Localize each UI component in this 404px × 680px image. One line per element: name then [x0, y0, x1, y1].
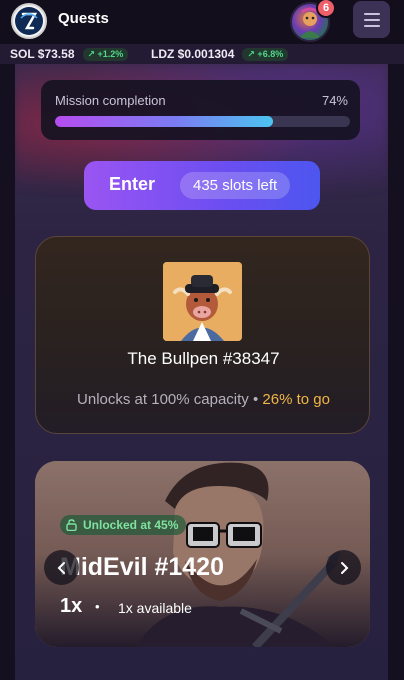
reward-quantity: 1x	[60, 595, 83, 617]
price-ticker: SOL $73.58 ↗ +1.2% LDZ $0.001304 ↗ +6.8%	[0, 44, 404, 64]
mission-progress-card: Mission completion 74%	[41, 80, 360, 140]
chevron-right-icon	[340, 561, 348, 574]
unlock-requirement: Unlocks at 100% capacity • 26% to go	[36, 391, 371, 408]
quest-content[interactable]: Mission completion 74% Enter 435 slots l…	[15, 64, 388, 680]
unlock-icon	[66, 519, 77, 531]
slots-left-pill: 435 slots left	[180, 172, 291, 199]
enter-button[interactable]: Enter 435 slots left	[84, 161, 320, 210]
hamburger-icon	[363, 12, 380, 15]
ticker-change: ↗ +6.8%	[242, 47, 289, 61]
unlocked-text: Unlocked at 45%	[83, 518, 179, 532]
ticker-label: LDZ $0.001304	[151, 47, 235, 61]
reward-availability: 1x available	[118, 600, 192, 616]
ticker-label: SOL $73.58	[10, 47, 75, 61]
bull-nft-image	[163, 262, 242, 341]
notification-badge: 6	[316, 0, 336, 18]
reward-title: MidEvil #1420	[60, 553, 224, 581]
mission-progress-bar	[55, 116, 350, 127]
logo-mark-icon	[15, 7, 43, 35]
reward-title: The Bullpen #38347	[127, 349, 280, 368]
page-title: Quests	[58, 10, 109, 27]
mission-label: Mission completion	[55, 93, 166, 108]
app-logo[interactable]	[11, 3, 47, 39]
top-header: Quests 6	[0, 0, 404, 44]
unlocked-status-badge: Unlocked at 45%	[60, 515, 187, 535]
reward-card-bullpen[interactable]: The Bullpen #38347 Unlocks at 100% capac…	[35, 236, 370, 434]
remaining-percent: 26% to go	[262, 391, 330, 408]
unlock-text: Unlocks at 100% capacity	[77, 391, 249, 408]
hamburger-menu-button[interactable]	[353, 1, 390, 38]
chevron-left-icon	[57, 561, 65, 574]
reward-card-midevil[interactable]: Unlocked at 45% MidEvil #1420 1x • 1x av…	[35, 461, 370, 647]
carousel-prev-button[interactable]	[44, 550, 79, 585]
ticker-item-sol: SOL $73.58 ↗ +1.2%	[10, 47, 129, 61]
bull-avatar-icon	[163, 262, 242, 341]
carousel-next-button[interactable]	[326, 550, 361, 585]
ticker-item-ldz: LDZ $0.001304 ↗ +6.8%	[151, 47, 289, 61]
mission-progress-fill	[55, 116, 274, 127]
mission-percent: 74%	[321, 93, 348, 108]
profile-avatar-button[interactable]: 6	[290, 0, 336, 42]
separator-dot: •	[252, 391, 259, 408]
separator-dot: •	[95, 599, 100, 614]
ticker-change: ↗ +1.2%	[82, 47, 129, 61]
enter-label: Enter	[109, 174, 156, 194]
